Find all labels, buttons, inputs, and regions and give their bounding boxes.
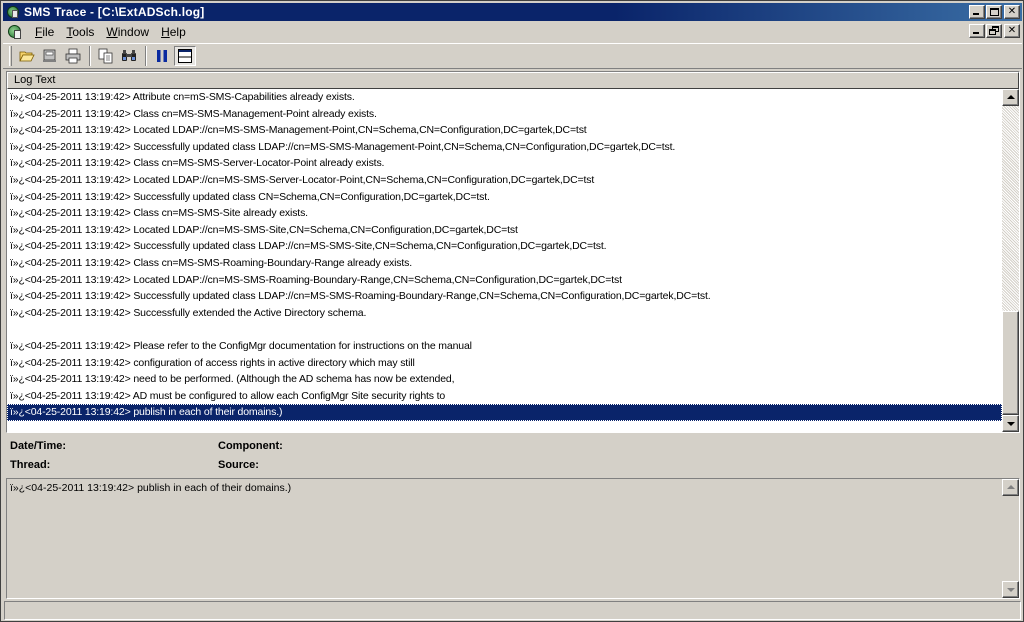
log-row[interactable]: ï»¿<04-25-2011 13:19:42> Successfully up… — [7, 189, 1002, 206]
minimize-icon — [973, 32, 979, 34]
menu-window-accel: W — [106, 24, 118, 39]
print-preview-icon — [43, 49, 56, 62]
log-row[interactable]: ï»¿<04-25-2011 13:19:42> Located LDAP://… — [7, 172, 1002, 189]
document-system-menu-icon[interactable] — [7, 24, 23, 40]
scroll-up-button[interactable] — [1002, 89, 1019, 106]
toolbar-separator — [145, 46, 147, 66]
log-row[interactable]: ï»¿<04-25-2011 13:19:42> need to be perf… — [7, 371, 1002, 388]
detail-pane-toggle-button[interactable] — [174, 46, 196, 66]
window-title: SMS Trace - [C:\ExtADSch.log] — [24, 5, 205, 19]
menu-file[interactable]: File — [29, 25, 60, 39]
menu-tools[interactable]: Tools — [60, 25, 100, 39]
log-row[interactable]: ï»¿<04-25-2011 13:19:42> Successfully up… — [7, 238, 1002, 255]
component-label: Component: — [218, 440, 283, 452]
document-minimize-button[interactable] — [969, 24, 985, 38]
log-row[interactable]: ï»¿<04-25-2011 13:19:42> Attribute cn=mS… — [7, 89, 1002, 106]
log-row[interactable]: ï»¿<04-25-2011 13:19:42> Class cn=MS-SMS… — [7, 155, 1002, 172]
detail-vertical-scrollbar[interactable] — [1002, 479, 1019, 598]
arrow-up-icon — [1007, 485, 1015, 489]
detail-scroll-down-button[interactable] — [1002, 581, 1019, 598]
log-row[interactable]: ï»¿<04-25-2011 13:19:42> Class cn=MS-SMS… — [7, 106, 1002, 123]
menu-window[interactable]: Window — [100, 25, 155, 39]
detail-pane-icon — [178, 49, 192, 63]
menu-file-label: ile — [42, 24, 55, 39]
log-row[interactable]: ï»¿<04-25-2011 13:19:42> publish in each… — [7, 404, 1002, 421]
detail-text: ï»¿<04-25-2011 13:19:42> publish in each… — [10, 482, 292, 494]
copy-icon — [98, 48, 113, 64]
close-icon: ✕ — [1007, 6, 1017, 17]
print-icon — [65, 48, 81, 64]
menu-bar: File Tools Window Help ✕ — [3, 22, 1022, 41]
document-close-button[interactable]: ✕ — [1004, 24, 1020, 38]
detail-scroll-up-button[interactable] — [1002, 479, 1019, 496]
copy-button[interactable] — [95, 46, 117, 66]
close-icon: ✕ — [1007, 25, 1017, 36]
find-button[interactable] — [118, 46, 140, 66]
sms-trace-app-icon[interactable] — [6, 5, 20, 19]
scroll-thumb[interactable] — [1002, 311, 1019, 415]
print-preview-button[interactable] — [39, 46, 61, 66]
log-row[interactable]: ï»¿<04-25-2011 13:19:42> Located LDAP://… — [7, 122, 1002, 139]
log-row[interactable]: ï»¿<04-25-2011 13:19:42> Successfully up… — [7, 139, 1002, 156]
log-row[interactable]: ï»¿<04-25-2011 13:19:42> Please refer to… — [7, 338, 1002, 355]
log-rows-container: ï»¿<04-25-2011 13:19:42> Attribute cn=mS… — [7, 89, 1002, 432]
log-row[interactable]: ï»¿<04-25-2011 13:19:42> AD must be conf… — [7, 388, 1002, 405]
menu-window-label: indow — [117, 24, 150, 39]
pause-button[interactable] — [151, 46, 173, 66]
app-window: SMS Trace - [C:\ExtADSch.log] ✕ File Too… — [0, 0, 1024, 622]
column-header-log-text[interactable]: Log Text — [7, 72, 1019, 89]
log-list[interactable]: Log Text ï»¿<04-25-2011 13:19:42> Attrib… — [6, 71, 1020, 433]
log-row[interactable]: ï»¿<04-25-2011 13:19:42> configuration o… — [7, 355, 1002, 372]
minimize-button[interactable] — [969, 5, 985, 19]
details-pane: Date/Time: Component: Thread: Source: — [6, 435, 1020, 477]
minimize-icon — [973, 13, 979, 15]
open-button[interactable] — [16, 46, 38, 66]
status-bar — [4, 601, 1021, 620]
log-row[interactable]: ï»¿<04-25-2011 13:19:42> Class cn=MS-SMS… — [7, 255, 1002, 272]
title-bar[interactable]: SMS Trace - [C:\ExtADSch.log] ✕ — [3, 3, 1022, 21]
detail-text-area[interactable]: ï»¿<04-25-2011 13:19:42> publish in each… — [6, 478, 1020, 599]
document-restore-button[interactable] — [986, 24, 1002, 38]
datetime-label: Date/Time: — [10, 440, 67, 452]
arrow-down-icon — [1007, 588, 1015, 592]
close-button[interactable]: ✕ — [1004, 5, 1020, 19]
toolbar — [3, 43, 1022, 69]
source-label: Source: — [218, 459, 259, 471]
arrow-up-icon — [1007, 95, 1015, 99]
find-icon — [122, 50, 136, 61]
toolbar-separator — [89, 46, 91, 66]
maximize-button[interactable] — [986, 5, 1002, 19]
menu-help-label: elp — [169, 24, 186, 39]
menu-tools-label: ools — [72, 24, 95, 39]
column-header-label: Log Text — [14, 74, 56, 86]
log-row[interactable]: ï»¿<04-25-2011 13:19:42> Successfully up… — [7, 288, 1002, 305]
pause-icon — [157, 50, 167, 62]
thread-label: Thread: — [10, 459, 51, 471]
log-row[interactable] — [7, 321, 1002, 338]
toolbar-grip[interactable] — [9, 46, 12, 66]
menu-help[interactable]: Help — [155, 25, 192, 39]
log-vertical-scrollbar[interactable] — [1002, 89, 1019, 432]
maximize-icon — [990, 8, 999, 16]
scroll-down-button[interactable] — [1002, 415, 1019, 432]
menu-help-accel: H — [161, 24, 170, 39]
log-row[interactable]: ï»¿<04-25-2011 13:19:42> Located LDAP://… — [7, 272, 1002, 289]
log-row[interactable]: ï»¿<04-25-2011 13:19:42> Successfully ex… — [7, 305, 1002, 322]
log-row[interactable]: ï»¿<04-25-2011 13:19:42> Class cn=MS-SMS… — [7, 205, 1002, 222]
log-row[interactable]: ï»¿<04-25-2011 13:19:42> Located LDAP://… — [7, 222, 1002, 239]
print-button[interactable] — [62, 46, 84, 66]
arrow-down-icon — [1007, 422, 1015, 426]
open-icon — [19, 51, 35, 62]
